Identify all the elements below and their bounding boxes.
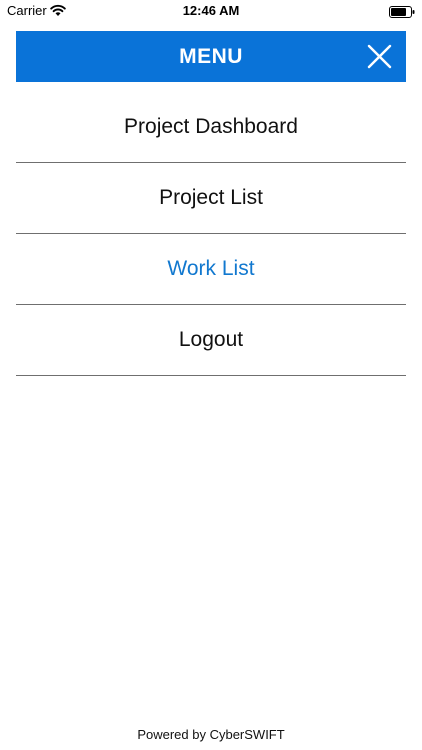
menu-header: MENU (16, 31, 406, 82)
menu-item-logout[interactable]: Logout (16, 305, 406, 376)
battery-icon (389, 5, 415, 18)
status-bar: Carrier 12:46 AM (0, 0, 422, 22)
menu-title: MENU (179, 45, 243, 68)
close-button[interactable] (365, 42, 394, 71)
menu-list: Project Dashboard Project List Work List… (16, 92, 406, 376)
status-time: 12:46 AM (182, 3, 240, 18)
footer-powered-by: Powered by CyberSWIFT (137, 727, 285, 742)
close-icon (367, 44, 392, 69)
menu-item-work-list[interactable]: Work List (16, 234, 406, 305)
menu-item-project-list[interactable]: Project List (16, 163, 406, 234)
menu-screen: Carrier 12:46 AM MENU Project Dashboard … (0, 0, 422, 750)
menu-item-project-dashboard[interactable]: Project Dashboard (16, 92, 406, 163)
